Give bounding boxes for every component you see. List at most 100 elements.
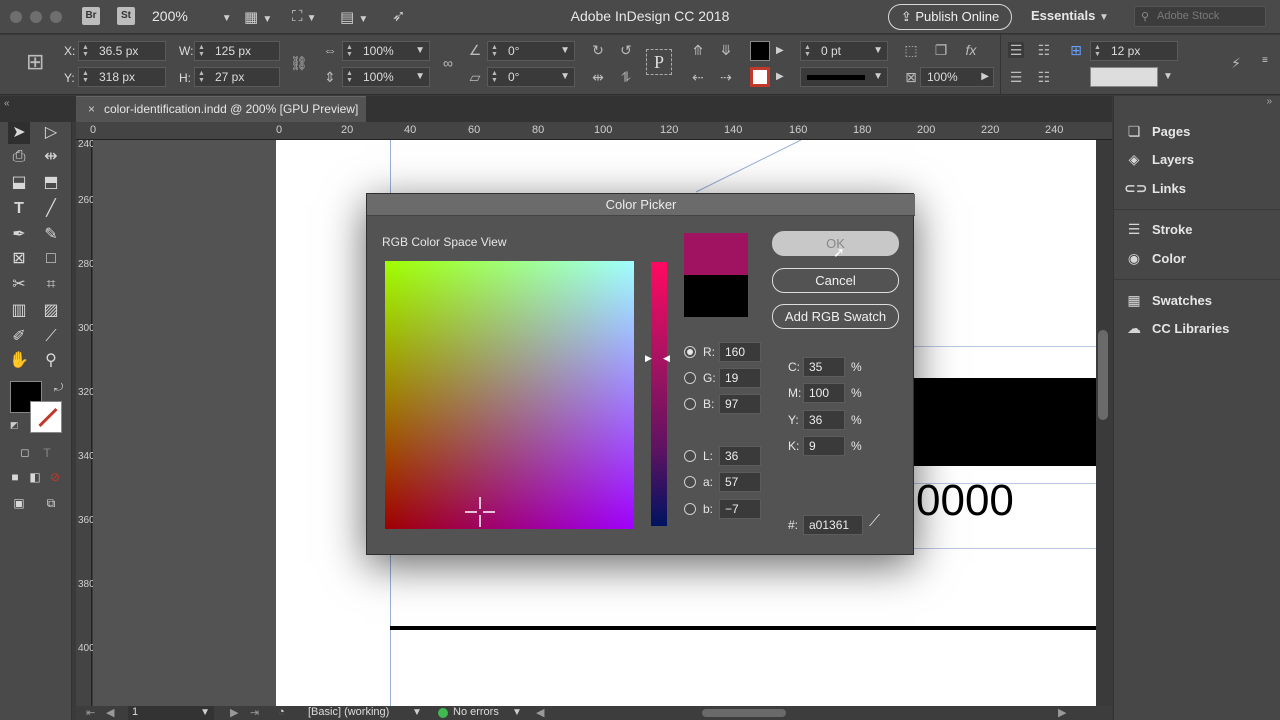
- radio-g[interactable]: [684, 372, 696, 384]
- scissors-tool-icon[interactable]: ✂: [8, 274, 30, 296]
- scale-x-field[interactable]: ▲ ▼ 100% ▼: [342, 41, 430, 61]
- maximize-window-button[interactable]: [50, 11, 62, 23]
- last-page-icon[interactable]: ⇥: [250, 706, 259, 719]
- rectangle-tool-icon[interactable]: □: [40, 248, 62, 270]
- note-tool-icon[interactable]: ✐: [8, 326, 30, 348]
- rocket-icon[interactable]: ➶: [392, 6, 405, 26]
- page-tool-icon[interactable]: ⎙: [8, 146, 30, 168]
- panel-stroke[interactable]: ☰ Stroke: [1124, 221, 1193, 238]
- rotate-clockwise-icon[interactable]: ↻: [590, 42, 606, 58]
- hand-tool-icon[interactable]: ✋: [8, 350, 30, 372]
- link-proportions-icon[interactable]: ⛓: [290, 55, 308, 71]
- flip-vertical-icon[interactable]: ⥮: [618, 69, 634, 85]
- grid-icon[interactable]: ⊞: [1068, 42, 1084, 58]
- chevron-down-icon[interactable]: ▼: [1163, 71, 1173, 82]
- gradient-swatch-tool-icon[interactable]: ▥: [8, 300, 30, 322]
- preview-mode-icon[interactable]: ⧉: [40, 492, 62, 514]
- panel-links[interactable]: ⊂⊃ Links: [1124, 180, 1186, 197]
- normal-view-icon[interactable]: ▣: [8, 492, 30, 514]
- expand-panels-icon[interactable]: »: [1266, 96, 1272, 107]
- chevron-down-icon[interactable]: ▼: [512, 707, 522, 718]
- cmyk-y-field[interactable]: 36: [803, 410, 845, 430]
- flip-horizontal-icon[interactable]: ⇹: [590, 69, 606, 85]
- select-content-icon[interactable]: ⤋: [718, 42, 734, 58]
- select-container-icon[interactable]: ⤊: [690, 42, 706, 58]
- b-field[interactable]: 97: [719, 394, 761, 414]
- gradient-feather-tool-icon[interactable]: ▨: [40, 300, 62, 322]
- fx-effects-icon[interactable]: ⬚: [903, 42, 919, 58]
- document-tab[interactable]: × color-identification.indd @ 200% [GPU …: [76, 96, 366, 122]
- spacing-field[interactable]: ▲ ▼ 12 px: [1090, 41, 1178, 61]
- height-field[interactable]: ▲ ▼ 27 px: [194, 67, 280, 87]
- align-center-icon[interactable]: ☷: [1036, 42, 1052, 58]
- effects-icon[interactable]: fx: [963, 42, 979, 58]
- content-collector-icon[interactable]: ⬓: [8, 172, 30, 194]
- default-colors-icon[interactable]: ◩: [10, 420, 19, 431]
- close-window-button[interactable]: [10, 11, 22, 23]
- add-rgb-swatch-button[interactable]: Add RGB Swatch: [772, 304, 899, 329]
- y-position-field[interactable]: ▲ ▼ 318 px: [78, 67, 166, 87]
- x-position-field[interactable]: ▲ ▼ 36.5 px: [78, 41, 166, 61]
- stroke-weight-field[interactable]: ▲ ▼ 0 pt ▼: [800, 41, 888, 61]
- screen-mode-icon[interactable]: ⛶ ▼: [292, 8, 317, 25]
- zoom-level[interactable]: 200% ▼: [152, 8, 232, 24]
- free-transform-tool-icon[interactable]: ⌗: [40, 274, 62, 296]
- c-field[interactable]: 35: [803, 357, 845, 377]
- apply-gradient-icon[interactable]: ◧: [24, 466, 46, 488]
- stroke-swatch[interactable]: [750, 67, 770, 87]
- width-field[interactable]: ▲ ▼ 125 px: [194, 41, 280, 61]
- stock-search-input[interactable]: ⚲ Adobe Stock: [1134, 6, 1266, 27]
- radio-r[interactable]: [684, 346, 696, 358]
- rectangle-frame-tool-icon[interactable]: ⊠: [8, 248, 30, 270]
- radio-a[interactable]: [684, 476, 696, 488]
- rotate-counterclockwise-icon[interactable]: ↺: [618, 42, 634, 58]
- swap-colors-icon[interactable]: ⤾: [54, 382, 63, 395]
- panel-cc-libraries[interactable]: ☁ CC Libraries: [1124, 320, 1229, 337]
- select-next-icon[interactable]: ⇢: [718, 69, 734, 85]
- close-tab-icon[interactable]: ×: [88, 97, 95, 122]
- chevron-down-icon[interactable]: ▼: [412, 707, 422, 718]
- direct-selection-tool-icon[interactable]: ▷: [40, 122, 62, 144]
- collapse-icon[interactable]: «: [4, 98, 10, 109]
- style-preview[interactable]: [1090, 67, 1158, 87]
- panel-color[interactable]: ◉ Color: [1124, 250, 1186, 267]
- k-field[interactable]: 9: [803, 436, 845, 456]
- apply-color-icon[interactable]: ■: [4, 466, 26, 488]
- g-field[interactable]: 19: [719, 368, 761, 388]
- cancel-button[interactable]: Cancel: [772, 268, 899, 293]
- panel-swatches[interactable]: ▦ Swatches: [1124, 292, 1212, 309]
- vertical-scrollbar[interactable]: [1098, 330, 1108, 420]
- stroke-type-select[interactable]: ▼: [800, 67, 888, 87]
- lightning-icon[interactable]: ⚡: [1228, 55, 1244, 71]
- bridge-app-button[interactable]: Br: [82, 7, 100, 25]
- eyedropper-icon[interactable]: ⟋: [869, 513, 880, 531]
- workspace-switcher[interactable]: Essentials ▼: [1031, 8, 1109, 23]
- horizontal-scrollbar[interactable]: [702, 709, 786, 717]
- columns-icon[interactable]: ☷: [1036, 69, 1052, 85]
- black-rule[interactable]: [390, 626, 1096, 630]
- shear-field[interactable]: ▲ ▼ 0° ▼: [487, 67, 575, 87]
- fill-swatch[interactable]: [750, 41, 770, 61]
- radio-l[interactable]: [684, 450, 696, 462]
- black-rectangle[interactable]: [914, 378, 1096, 466]
- radio-lab-b[interactable]: [684, 503, 696, 515]
- format-text-icon[interactable]: T: [36, 442, 58, 464]
- page-number-field[interactable]: 1 ▼: [128, 706, 214, 720]
- pen-tool-icon[interactable]: ✒: [8, 224, 30, 246]
- slider-handle-left-icon[interactable]: ▶: [645, 353, 652, 364]
- stroke-color-box[interactable]: [30, 401, 62, 433]
- text-frame-options-icon[interactable]: ☰: [1008, 69, 1024, 85]
- gap-tool-icon[interactable]: ⇹: [40, 146, 62, 168]
- publish-online-button[interactable]: ⇪ Publish Online: [888, 4, 1012, 30]
- content-placer-icon[interactable]: ⬒: [40, 172, 62, 194]
- panel-pages[interactable]: ❏ Pages: [1124, 123, 1191, 140]
- scroll-right-icon[interactable]: ▶: [1058, 706, 1066, 719]
- color-field[interactable]: [385, 261, 634, 529]
- first-page-icon[interactable]: ⇤: [86, 706, 95, 719]
- scroll-left-icon[interactable]: ◀: [536, 706, 544, 719]
- next-page-icon[interactable]: ▶: [230, 706, 238, 719]
- lab-b-field[interactable]: −7: [719, 499, 761, 519]
- slider-handle-right-icon[interactable]: ◀: [663, 353, 670, 364]
- color-slider[interactable]: [651, 262, 667, 526]
- open-page-icon[interactable]: ◔: [278, 706, 285, 718]
